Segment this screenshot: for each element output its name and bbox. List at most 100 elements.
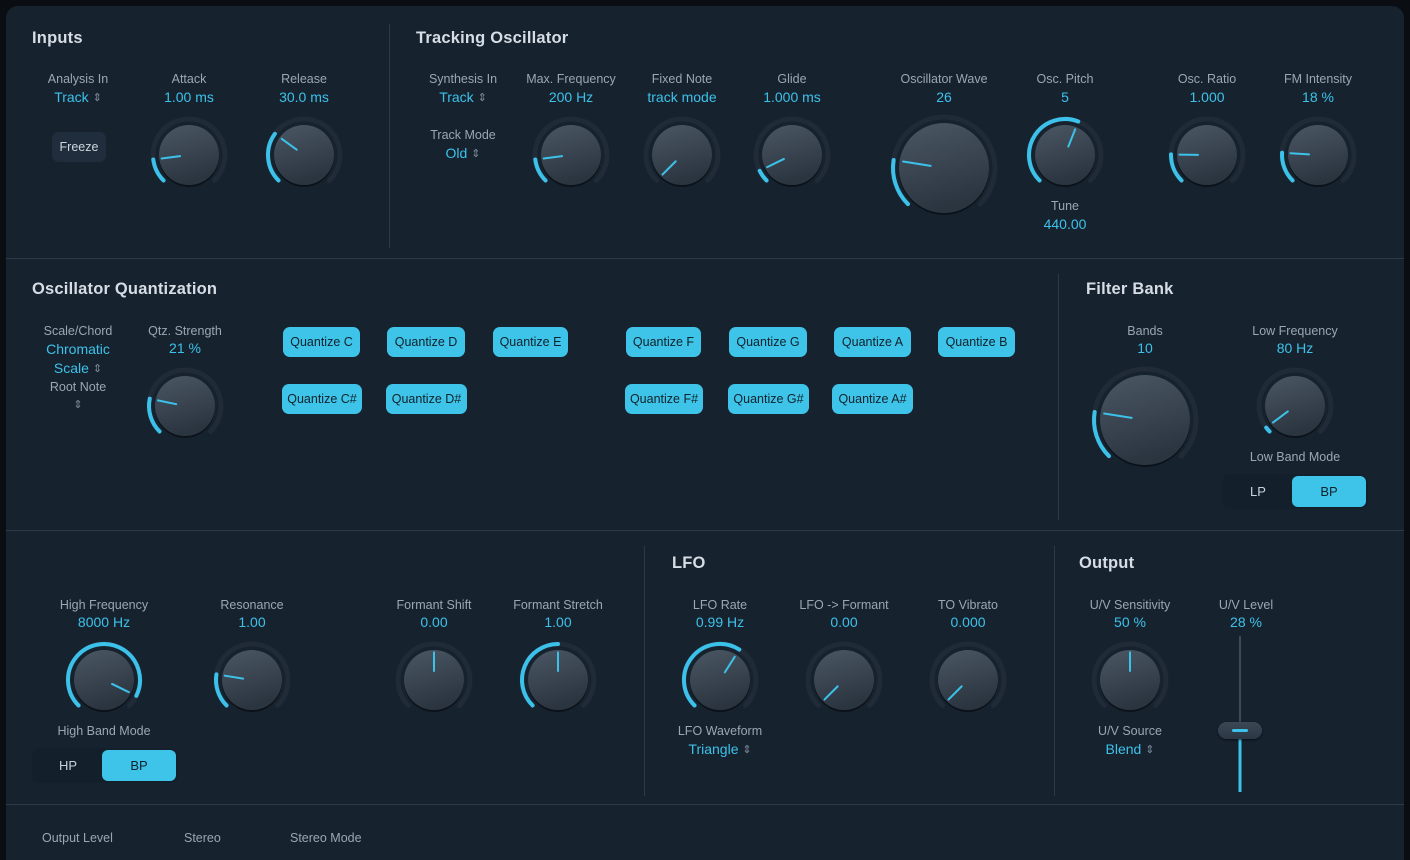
resonance-knob[interactable] <box>211 639 293 721</box>
low-band-mode-bp-option[interactable]: BP <box>1292 476 1366 507</box>
low-frequency-value: 80 Hz <box>1276 340 1314 356</box>
stereo-label: Stereo <box>184 831 221 845</box>
synthesis-in-value[interactable]: Track ⇕ <box>439 89 487 105</box>
qtz-strength-knob[interactable] <box>144 365 226 447</box>
low-frequency-label: Low Frequency <box>1252 324 1338 338</box>
output-level-label: Output Level <box>42 831 113 845</box>
bands-knob[interactable] <box>1089 364 1201 476</box>
quantize-c-sharp-button[interactable]: Quantize C# <box>282 384 362 414</box>
lfo-rate-knob[interactable] <box>679 639 761 721</box>
qtz-strength-value: 21 % <box>169 340 201 356</box>
freeze-button[interactable]: Freeze <box>52 132 106 162</box>
low-frequency-knob[interactable] <box>1254 365 1336 447</box>
high-frequency-knob[interactable] <box>63 639 145 721</box>
analysis-in-text: Track <box>54 89 89 105</box>
attack-knob[interactable] <box>148 114 230 196</box>
analysis-in-value[interactable]: Track ⇕ <box>54 89 102 105</box>
formant-shift-value: 0.00 <box>420 614 448 630</box>
glide-label: Glide <box>777 72 807 86</box>
section-title-tracking-oscillator: Tracking Oscillator <box>416 29 569 47</box>
uv-level-label: U/V Level <box>1218 598 1274 612</box>
footer-bar: Output Level Stereo Stereo Mode <box>6 804 1404 860</box>
chevron-updown-icon: ⇕ <box>742 744 752 756</box>
fm-intensity-knob[interactable] <box>1277 114 1359 196</box>
resonance-value: 1.00 <box>238 614 266 630</box>
lfo-waveform-value[interactable]: Triangle ⇕ <box>688 741 751 757</box>
uv-source-value[interactable]: Blend ⇕ <box>1106 741 1155 757</box>
uv-level-slider-handle[interactable] <box>1218 722 1262 739</box>
osc-ratio-knob[interactable] <box>1166 114 1248 196</box>
quantize-c-button[interactable]: Quantize C <box>283 327 360 357</box>
fm-intensity-value: 18 % <box>1302 89 1334 105</box>
osc-pitch-knob[interactable] <box>1024 114 1106 196</box>
high-band-mode-hp-option[interactable]: HP <box>34 750 102 781</box>
max-frequency-knob[interactable] <box>530 114 612 196</box>
scale-chord-label: Scale/Chord <box>43 324 113 338</box>
section-title-lfo: LFO <box>672 554 706 572</box>
lfo-rate-value: 0.99 Hz <box>695 614 745 630</box>
uv-sensitivity-knob[interactable] <box>1089 639 1171 721</box>
lfo-rate-label: LFO Rate <box>692 598 748 612</box>
quantize-f-button[interactable]: Quantize F <box>626 327 701 357</box>
attack-value: 1.00 ms <box>164 89 214 105</box>
scale-chord-value[interactable]: Chromatic Scale ⇕ <box>30 340 126 379</box>
divider-horizontal-top <box>6 258 1404 259</box>
quantize-e-button[interactable]: Quantize E <box>493 327 568 357</box>
fixed-note-knob[interactable] <box>641 114 723 196</box>
to-vibrato-knob[interactable] <box>927 639 1009 721</box>
uv-level-value: 28 % <box>1230 614 1262 630</box>
quantize-d-sharp-button[interactable]: Quantize D# <box>386 384 467 414</box>
uv-sensitivity-value: 50 % <box>1114 614 1146 630</box>
release-knob[interactable] <box>263 114 345 196</box>
low-band-mode-segmented[interactable]: LP BP <box>1222 474 1368 509</box>
qtz-strength-label: Qtz. Strength <box>148 324 222 338</box>
low-band-mode-label: Low Band Mode <box>1249 450 1341 464</box>
root-note-label: Root Note <box>49 380 107 394</box>
quantize-a-button[interactable]: Quantize A <box>834 327 911 357</box>
quantize-b-button[interactable]: Quantize B <box>938 327 1015 357</box>
track-mode-value[interactable]: Old ⇕ <box>446 145 481 161</box>
section-title-oscillator-quantization: Oscillator Quantization <box>32 280 218 298</box>
lfo-waveform-text: Triangle <box>688 741 739 757</box>
tune-label: Tune <box>1050 199 1080 213</box>
high-frequency-value: 8000 Hz <box>77 614 131 630</box>
root-note-value[interactable]: ⇕ <box>73 396 82 412</box>
attack-label: Attack <box>171 72 207 86</box>
divider-vertical-lfo <box>644 546 645 796</box>
quantize-a-sharp-button[interactable]: Quantize A# <box>832 384 913 414</box>
analysis-in-label: Analysis In <box>47 72 109 86</box>
high-band-mode-label: High Band Mode <box>57 724 151 738</box>
quantize-g-button[interactable]: Quantize G <box>729 327 807 357</box>
high-band-mode-segmented[interactable]: HP BP <box>32 748 178 783</box>
quantize-d-button[interactable]: Quantize D <box>387 327 465 357</box>
max-frequency-value: 200 Hz <box>548 89 594 105</box>
formant-stretch-label: Formant Stretch <box>513 598 603 612</box>
formant-stretch-knob[interactable] <box>517 639 599 721</box>
glide-value: 1.000 ms <box>763 89 821 105</box>
high-band-mode-bp-option[interactable]: BP <box>102 750 176 781</box>
uv-sensitivity-label: U/V Sensitivity <box>1089 598 1171 612</box>
quantize-g-sharp-button[interactable]: Quantize G# <box>728 384 809 414</box>
lfo-formant-knob[interactable] <box>803 639 885 721</box>
release-label: Release <box>281 72 327 86</box>
chevron-updown-icon: ⇕ <box>92 92 102 104</box>
section-title-inputs: Inputs <box>32 29 83 47</box>
low-band-mode-lp-option[interactable]: LP <box>1224 476 1292 507</box>
synthesis-in-text: Track <box>439 89 474 105</box>
chevron-updown-icon: ⇕ <box>477 92 487 104</box>
osc-pitch-value: 5 <box>1061 89 1069 105</box>
uv-level-slider[interactable] <box>1215 636 1265 792</box>
formant-shift-knob[interactable] <box>393 639 475 721</box>
lfo-formant-value: 0.00 <box>830 614 858 630</box>
tune-value: 440.00 <box>1043 216 1087 232</box>
oscillator-wave-knob[interactable] <box>888 112 1000 224</box>
oscillator-wave-value: 26 <box>936 89 952 105</box>
release-value: 30.0 ms <box>279 89 329 105</box>
uv-source-text: Blend <box>1105 741 1142 757</box>
quantize-f-sharp-button[interactable]: Quantize F# <box>625 384 703 414</box>
glide-knob[interactable] <box>751 114 833 196</box>
chevron-updown-icon: ⇕ <box>73 399 83 411</box>
formant-shift-label: Formant Shift <box>396 598 472 612</box>
max-frequency-label: Max. Frequency <box>526 72 616 86</box>
to-vibrato-value: 0.000 <box>950 614 986 630</box>
